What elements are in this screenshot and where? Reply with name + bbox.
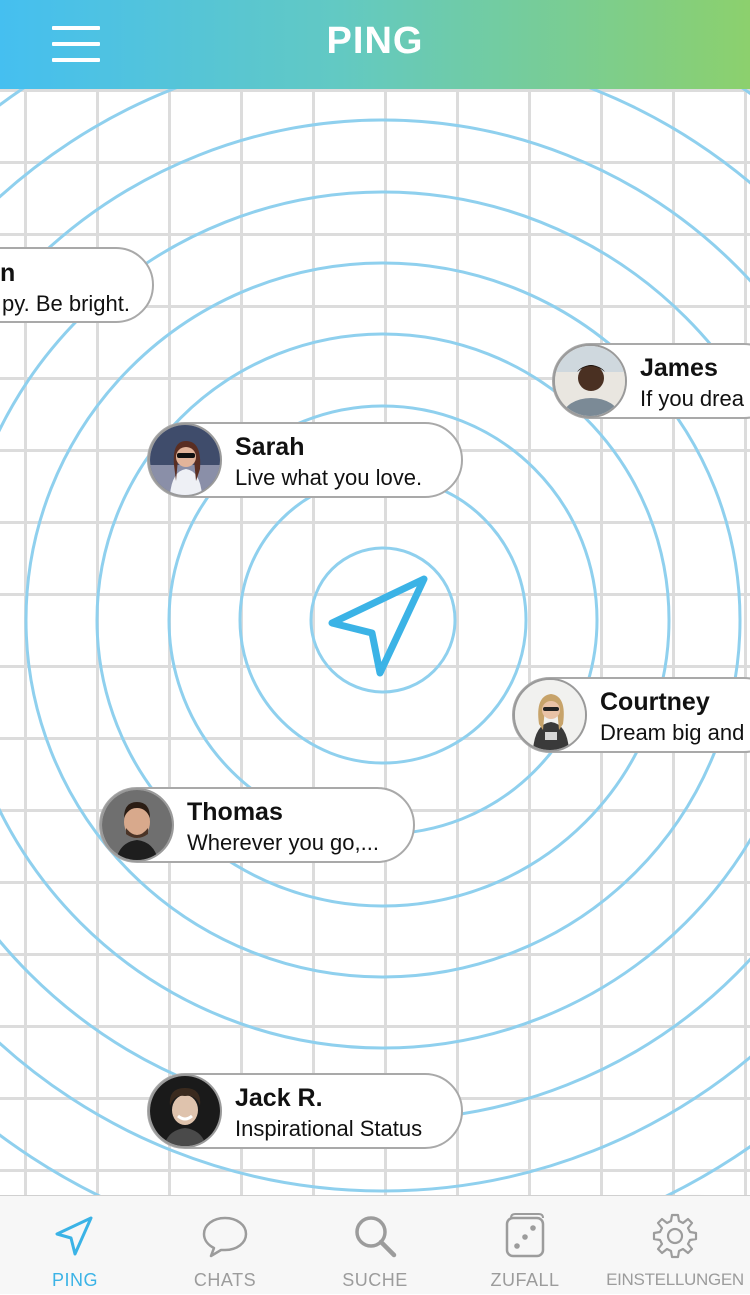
navigation-arrow-icon [328, 575, 428, 677]
user-name: Jack R. [235, 1084, 323, 1112]
user-name: Thomas [187, 798, 283, 826]
radar-map[interactable]: n py. Be bright. James If you drea Sarah… [0, 89, 750, 1195]
tab-ping[interactable]: PING [0, 1196, 150, 1295]
tab-label: SUCHE [342, 1270, 408, 1290]
user-bubble[interactable]: n py. Be bright. [0, 247, 154, 323]
tab-label: CHATS [193, 1270, 257, 1290]
tab-label: ZUFALL [490, 1270, 560, 1290]
bottom-tab-bar: PING CHATS SUCHE ZUFALL EINSTELLUNGEN [0, 1195, 750, 1294]
user-status: Dream big and [600, 720, 745, 745]
user-status: If you drea [640, 386, 744, 411]
user-status: Wherever you go,... [187, 830, 379, 855]
search-icon [355, 1216, 397, 1258]
user-name: James [640, 354, 718, 382]
user-status: Live what you love. [235, 465, 423, 490]
chat-bubble-icon [202, 1216, 248, 1258]
tab-label: EINSTELLUNGEN [606, 1270, 744, 1289]
tab-einstellungen[interactable]: EINSTELLUNGEN [600, 1196, 750, 1295]
avatar[interactable] [553, 344, 627, 418]
my-location-center[interactable] [310, 547, 456, 693]
tab-zufall[interactable]: ZUFALL [450, 1196, 600, 1295]
navigation-arrow-icon [55, 1216, 93, 1256]
app-header: PING [0, 0, 750, 89]
page-title: PING [326, 20, 424, 62]
dice-icon [505, 1213, 545, 1258]
avatar[interactable] [148, 423, 222, 497]
user-name: n [0, 259, 16, 287]
avatar[interactable] [513, 678, 587, 752]
user-status: Inspirational Status [235, 1116, 423, 1141]
tab-chats[interactable]: CHATS [150, 1196, 300, 1295]
user-name: Sarah [235, 433, 305, 461]
user-name: Courtney [600, 688, 710, 716]
avatar[interactable] [148, 1074, 222, 1148]
tab-label: PING [51, 1270, 98, 1290]
avatar[interactable] [100, 788, 174, 862]
gear-icon [652, 1213, 698, 1259]
tab-suche[interactable]: SUCHE [300, 1196, 450, 1295]
user-status: py. Be bright. [2, 291, 130, 316]
